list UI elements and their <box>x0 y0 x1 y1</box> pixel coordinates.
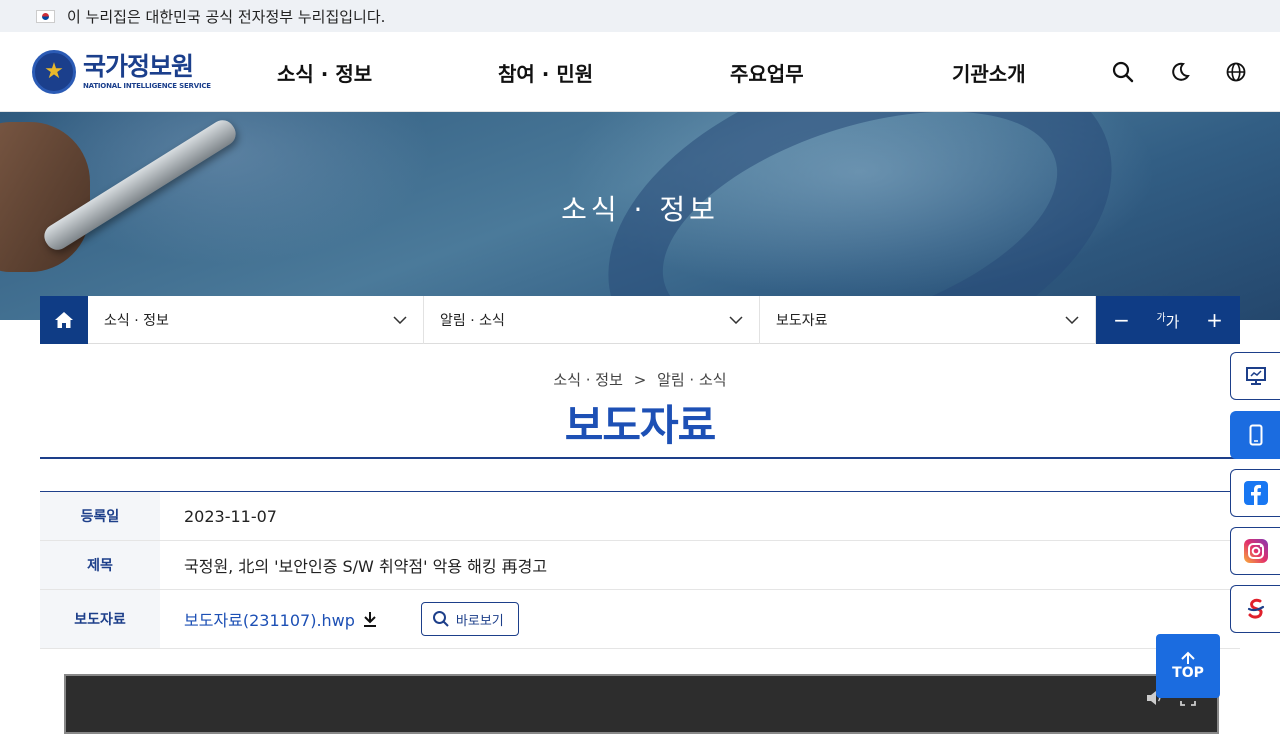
facebook-icon <box>1243 481 1268 505</box>
instagram-icon <box>1243 539 1268 563</box>
location-level3-label: 보도자료 <box>776 313 828 329</box>
search-icon[interactable] <box>1109 58 1137 86</box>
search-icon <box>432 611 449 627</box>
table-row: 등록일 2023-11-07 <box>40 492 1240 541</box>
title-value: 국정원, 北의 '보안인증 S/W 취약점' 악용 해킹 再경고 <box>184 557 548 576</box>
monitor-icon <box>1245 367 1266 385</box>
chevron-down-icon <box>393 316 407 324</box>
quick-mobile-button[interactable] <box>1230 411 1280 459</box>
blog-button[interactable] <box>1230 585 1280 633</box>
instagram-button[interactable] <box>1230 527 1280 575</box>
title-divider <box>40 457 1240 459</box>
hero-banner: 소식 · 정보 <box>0 112 1280 320</box>
location-level2-label: 알림 · 소식 <box>440 313 505 329</box>
breadcrumb-separator: > <box>633 371 647 389</box>
font-size-label: 가가 <box>1156 312 1180 331</box>
mobile-phone-icon <box>1249 424 1262 446</box>
home-icon <box>55 312 73 328</box>
scroll-top-button[interactable]: TOP <box>1156 634 1220 698</box>
breadcrumb: 소식 · 정보 > 알림 · 소식 <box>0 369 1280 390</box>
table-row: 제목 국정원, 北의 '보안인증 S/W 취약점' 악용 해킹 再경고 <box>40 541 1240 590</box>
chevron-down-icon <box>1065 316 1079 324</box>
dark-mode-moon-icon[interactable] <box>1166 58 1194 86</box>
nav-participation[interactable]: 참여 · 민원 <box>498 58 593 87</box>
page-title: 보도자료 <box>564 401 717 450</box>
date-value: 2023-11-07 <box>184 506 277 526</box>
file-name: 보도자료(231107).hwp <box>184 611 355 630</box>
blog-logo-icon <box>1247 598 1264 619</box>
title-label: 제목 <box>40 541 160 589</box>
hero-title: 소식 · 정보 <box>561 193 719 226</box>
facebook-button[interactable] <box>1230 469 1280 517</box>
location-select-level2[interactable]: 알림 · 소식 <box>424 296 760 344</box>
home-button[interactable] <box>40 296 88 344</box>
location-select-level3[interactable]: 보도자료 <box>760 296 1096 344</box>
nav-about[interactable]: 기관소개 <box>952 58 1026 87</box>
table-row: 보도자료 보도자료(231107).hwp 바로보기 <box>40 590 1240 649</box>
scroll-top-label: TOP <box>1172 665 1204 681</box>
quick-pc-button[interactable] <box>1230 352 1280 400</box>
nav-main-work[interactable]: 주요업무 <box>730 58 804 87</box>
nav-news-info[interactable]: 소식 · 정보 <box>277 58 372 87</box>
gov-banner-text: 이 누리집은 대한민국 공식 전자정부 누리집입니다. <box>67 7 386 26</box>
video-player[interactable] <box>64 674 1219 734</box>
breadcrumb-item-news-info[interactable]: 소식 · 정보 <box>553 371 623 389</box>
font-size-control: − 가가 + <box>1096 296 1240 344</box>
chevron-down-icon <box>729 316 743 324</box>
location-select-level1[interactable]: 소식 · 정보 <box>88 296 424 344</box>
file-label: 보도자료 <box>40 590 160 648</box>
font-decrease-button[interactable]: − <box>1105 308 1137 332</box>
download-icon <box>363 612 376 627</box>
globe-language-icon[interactable] <box>1222 58 1250 86</box>
main-nav: 소식 · 정보 참여 · 민원 주요업무 기관소개 <box>0 32 1280 112</box>
arrow-up-icon <box>1181 651 1195 664</box>
preview-label: 바로보기 <box>455 613 504 629</box>
font-increase-button[interactable]: + <box>1198 308 1230 332</box>
file-download-link[interactable]: 보도자료(231107).hwp <box>184 607 377 631</box>
gov-banner: 이 누리집은 대한민국 공식 전자정부 누리집입니다. <box>0 0 1280 32</box>
location-bar: 소식 · 정보 알림 · 소식 보도자료 − 가가 + <box>40 296 1240 344</box>
korea-flag-icon <box>36 9 55 23</box>
press-info-table: 등록일 2023-11-07 제목 국정원, 北의 '보안인증 S/W 취약점'… <box>40 491 1240 649</box>
preview-button[interactable]: 바로보기 <box>420 602 519 636</box>
date-label: 등록일 <box>40 492 160 540</box>
location-level1-label: 소식 · 정보 <box>104 313 169 329</box>
breadcrumb-item-notice[interactable]: 알림 · 소식 <box>657 371 727 389</box>
header: 국가정보원 NATIONAL INTELLIGENCE SERVICE 소식 ·… <box>0 32 1280 112</box>
